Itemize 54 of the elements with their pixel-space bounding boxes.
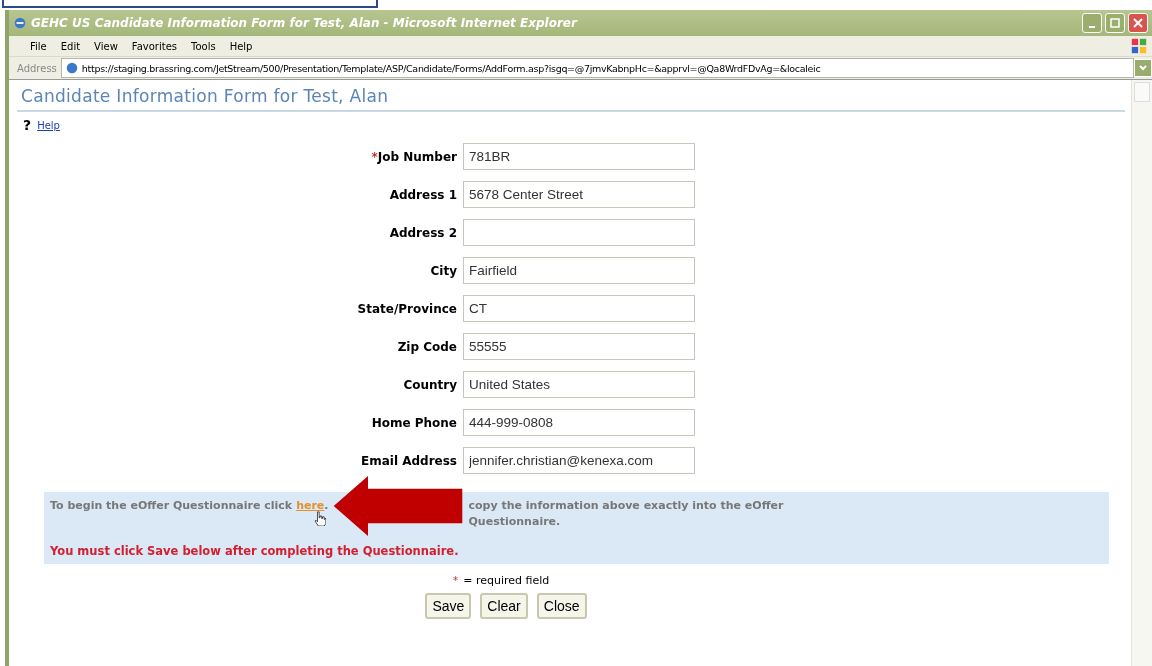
help-link[interactable]: Help [37,119,60,131]
page-heading: Candidate Information Form for Test, Alan [17,80,1125,112]
menu-item[interactable]: Edit [53,40,88,52]
menu-item[interactable]: Tools [184,40,223,52]
close-button[interactable] [1128,13,1148,33]
close-icon [1133,18,1143,28]
dropdown-button[interactable] [1134,59,1152,77]
maximize-button[interactable] [1105,13,1125,33]
browser-icon [13,16,27,30]
field-label: Address 1 [388,187,457,202]
field-label: State/Province [356,301,457,316]
form-button[interactable]: Clear [480,593,528,619]
input-field[interactable]: 5678 Center Street [463,181,695,208]
field-label: Zip Code [396,339,457,354]
maximize-icon [1110,18,1120,28]
legend-text: = required field [463,574,550,587]
menu-item[interactable]: Help [222,40,260,52]
hand-cursor-icon [314,511,327,526]
minimize-icon [1089,26,1095,28]
help-mark: ? [23,117,32,133]
input-field[interactable] [463,219,695,246]
input-field[interactable]: Fairfield [463,257,695,284]
form-button[interactable]: Save [425,593,472,619]
warning-text: You must click Save below after completing the Questionnaire. [50,544,460,558]
form-button[interactable]: Close [536,593,587,619]
menu-item[interactable]: Favorites [124,40,184,52]
required-mark: * [452,574,459,587]
input-field[interactable]: 444-999-0808 [463,409,695,436]
window-title: GEHC US Candidate Information Form for Test, Alan - Microsoft Internet Explorer [31,16,579,30]
field-label: Home Phone [370,415,457,430]
field-label: *Job Number [370,149,457,164]
windows-logo-icon [1130,37,1148,55]
field-label: City [429,263,457,278]
input-field[interactable]: 55555 [463,333,695,360]
chevron-down-icon [1138,63,1148,73]
page-icon [64,61,79,75]
scroll-up-button[interactable] [1134,82,1150,102]
arrow-icon [332,476,463,536]
menu-item[interactable]: View [87,40,125,52]
address-label: Address [17,62,57,74]
input-field[interactable]: 781BR [463,143,695,170]
field-label: Country [402,377,457,392]
input-field[interactable]: CT [463,295,695,322]
minimize-button[interactable] [1082,13,1102,33]
field-label: Email Address [360,453,457,468]
notice-text: . [324,498,329,514]
field-label: Address 2 [388,225,457,240]
input-field[interactable]: United States [463,371,695,398]
notice-text: copy the information above exactly into the eOffer Questionnaire. [468,498,785,530]
scrollbar[interactable] [1131,80,1152,666]
address-field[interactable]: https://staging.brassring.com/JetStream/500/Presentation/Template/ASP/Candidate/Forms/AddForm.asp?isgq=@7jmvKabnpHc=&apprvl=@Qa8WrdFDvAg=&localeic [60,58,1134,78]
notice-text: To begin the eOffer Questionnaire click [50,498,293,514]
menu-item[interactable]: File [23,40,54,52]
input-field[interactable]: jennifer.christian@kenexa.com [463,447,695,474]
